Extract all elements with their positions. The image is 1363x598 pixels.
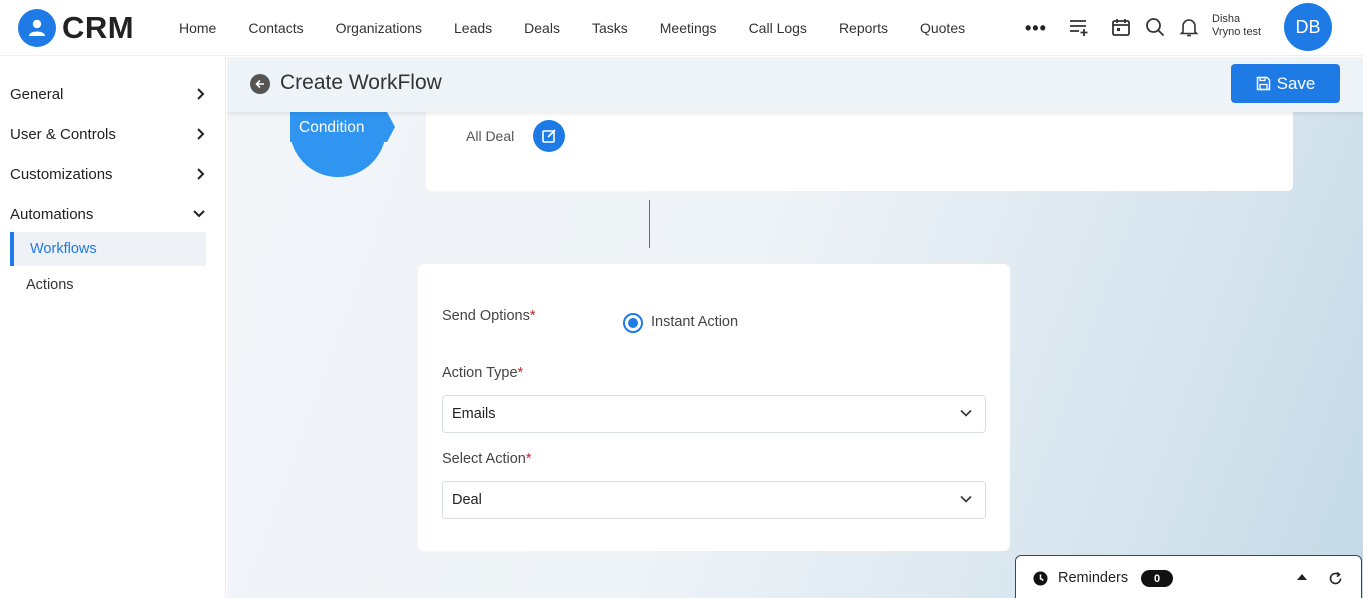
chevron-down-icon [960,495,972,503]
add-list-icon[interactable] [1067,15,1091,39]
nav-call-logs[interactable]: Call Logs [749,20,807,36]
nav-quotes[interactable]: Quotes [920,20,965,36]
caret-up-icon[interactable] [1297,574,1307,580]
select-action-label: Select Action* [442,451,532,467]
bell-icon[interactable] [1177,15,1201,39]
nav-home[interactable]: Home [179,20,216,36]
sidebar-item-label: User & Controls [10,125,116,143]
nav-deals[interactable]: Deals [524,20,560,36]
sidebar-item-workflows[interactable]: Workflows [10,232,206,266]
sidebar-item-label: Automations [10,205,94,223]
save-button-label: Save [1276,73,1316,93]
sidebar-item-customizations[interactable]: Customizations [10,161,206,187]
arrow-left-icon [255,79,264,89]
condition-step-label: Condition [299,119,365,136]
step-connector [649,200,650,248]
chevron-right-icon [197,168,205,180]
main-content: Condition All Deal Send Options* Instant… [227,57,1363,598]
select-action-select[interactable]: Deal [442,481,986,519]
refresh-icon[interactable] [1328,571,1343,586]
user-group-icon [18,8,56,47]
sidebar-item-general[interactable]: General [10,81,206,107]
avatar[interactable]: DB [1284,3,1332,51]
back-button[interactable] [250,74,270,94]
reminders-label: Reminders [1058,570,1129,586]
action-type-value: Emails [452,406,496,422]
chevron-down-icon [193,210,205,218]
nav-contacts[interactable]: Contacts [248,20,303,36]
user-org-name: Vryno test [1212,26,1262,38]
app-logo[interactable]: CRM [18,8,168,47]
user-name[interactable]: Disha Vryno test [1212,13,1261,39]
edit-condition-button[interactable] [533,120,565,152]
edit-icon [542,129,556,143]
chevron-right-icon [197,128,205,140]
search-icon[interactable] [1143,15,1167,39]
chevron-down-icon [960,409,972,417]
sidebar-item-user-controls[interactable]: User & Controls [10,121,206,147]
sidebar-item-automations[interactable]: Automations [10,201,206,227]
main-nav: Home Contacts Organizations Leads Deals … [179,20,997,36]
reminders-count-badge: 0 [1141,570,1173,587]
reminders-panel[interactable]: Reminders 0 [1015,555,1362,598]
calendar-icon[interactable] [1109,15,1133,39]
chevron-right-icon [197,88,205,100]
action-type-label: Action Type* [442,365,524,381]
instant-action-radio[interactable] [623,313,643,333]
settings-sidebar: General User & Controls Customizations A… [0,57,226,598]
page-header: Create WorkFlow Save [227,57,1363,112]
send-options-label: Send Options* [442,308,536,324]
nav-leads[interactable]: Leads [454,20,492,36]
more-icon[interactable]: ••• [1025,18,1047,39]
nav-tasks[interactable]: Tasks [592,20,628,36]
page-title: Create WorkFlow [280,71,442,94]
floppy-disk-icon [1256,76,1270,91]
sidebar-item-actions[interactable]: Actions [10,268,206,302]
instant-action-label[interactable]: Instant Action [651,314,738,330]
sidebar-item-label: General [10,85,64,103]
top-navbar: CRM Home Contacts Organizations Leads De… [0,0,1363,56]
nav-organizations[interactable]: Organizations [336,20,422,36]
condition-value: All Deal [466,128,515,144]
condition-card: All Deal [426,112,1293,191]
nav-meetings[interactable]: Meetings [660,20,717,36]
clock-icon [1033,571,1048,586]
action-card: Send Options* Instant Action Action Type… [418,264,1010,551]
sidebar-item-label: Customizations [10,165,113,183]
action-type-select[interactable]: Emails [442,395,986,433]
select-action-value: Deal [452,492,482,508]
user-first-name: Disha [1212,13,1241,25]
app-name: CRM [62,9,135,45]
save-button[interactable]: Save [1231,64,1340,103]
nav-reports[interactable]: Reports [839,20,888,36]
